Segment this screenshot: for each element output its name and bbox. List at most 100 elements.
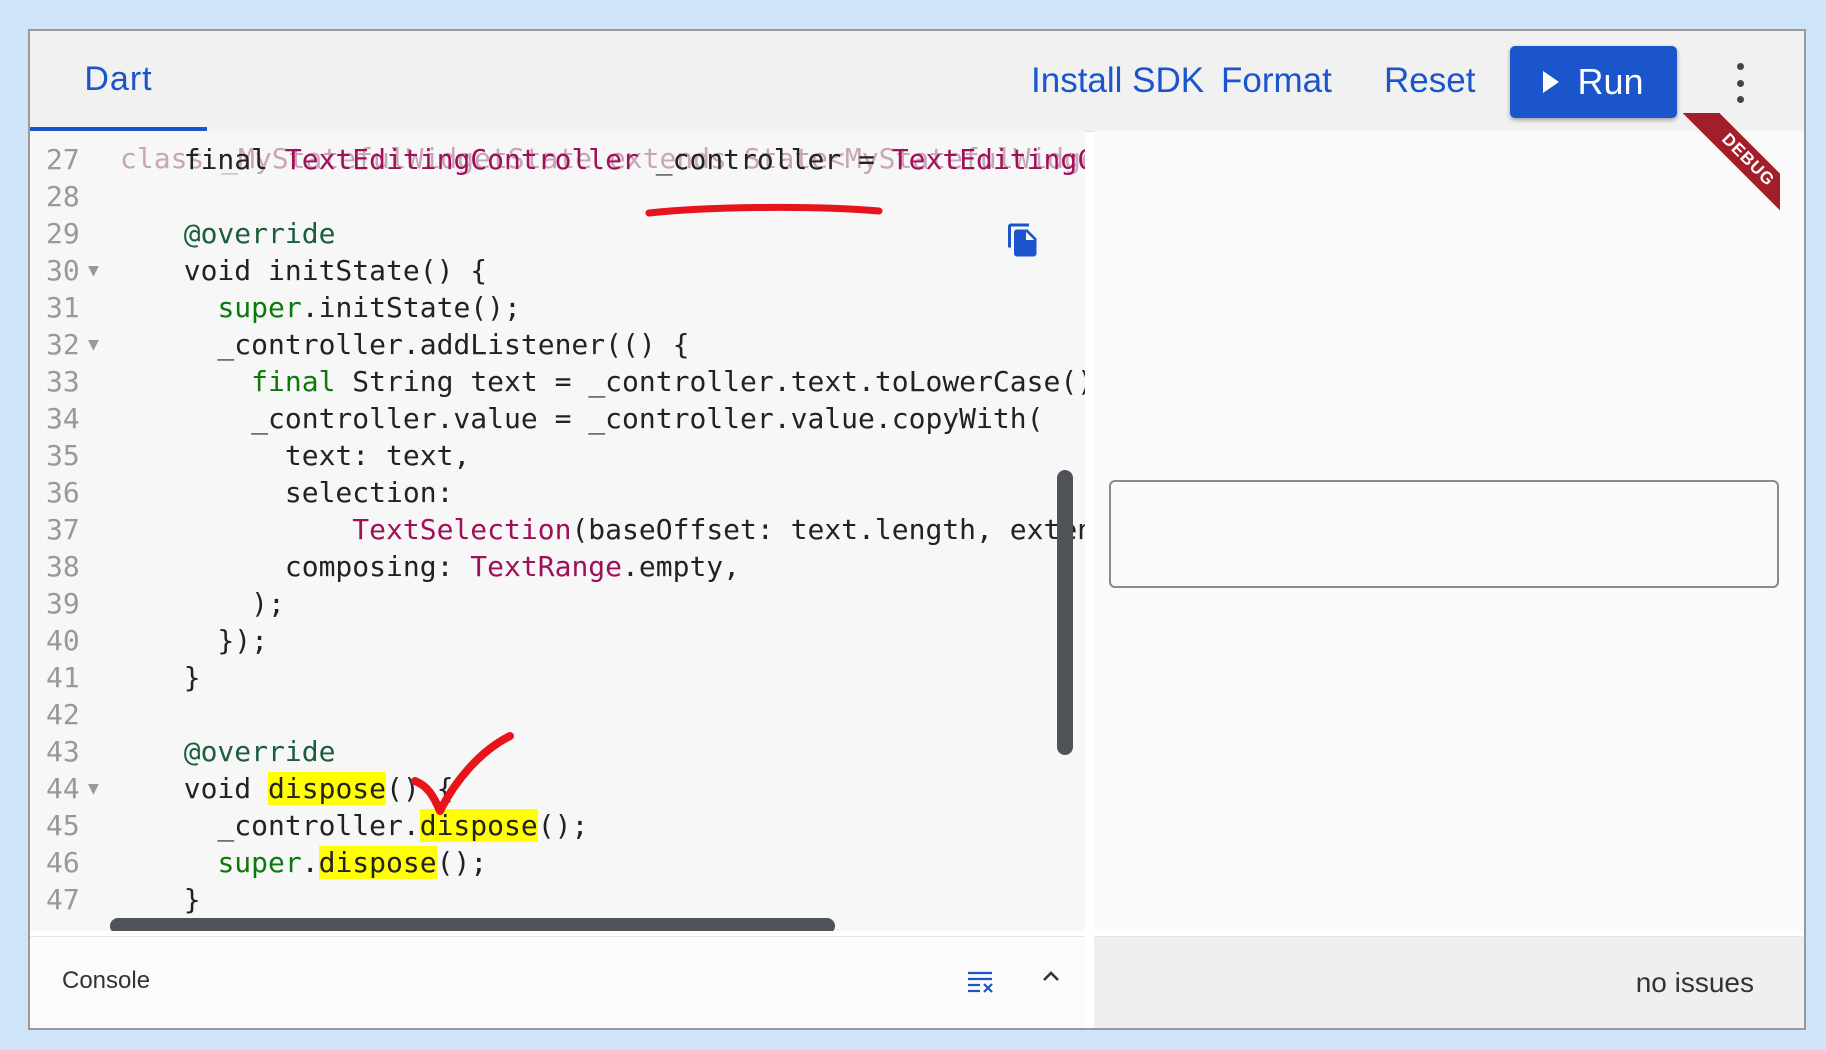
code-token: selection: — [150, 476, 454, 509]
line-number: 33 — [46, 365, 80, 398]
code-line[interactable]: 38 composing: TextRange.empty, — [30, 548, 1085, 585]
line-number: 47 — [46, 883, 80, 916]
fold-toggle-icon[interactable]: ▼ — [88, 252, 99, 289]
line-number: 27 — [46, 143, 80, 176]
code-text: @override — [150, 215, 336, 252]
code-token: super — [217, 291, 302, 324]
code-line-partial: class _MyStatefulWidgetState extends Sta… — [120, 142, 1085, 175]
debug-banner: DEBUG — [1640, 113, 1780, 253]
code-token: } — [150, 661, 201, 694]
code-token: void — [150, 772, 269, 805]
debug-label: DEBUG — [1668, 113, 1780, 240]
code-token: (); — [436, 846, 488, 879]
preview-text-field[interactable] — [1109, 480, 1779, 588]
code-text: TextSelection(baseOffset: text.length, e… — [150, 511, 1085, 548]
reset-button[interactable]: Reset — [1384, 31, 1475, 131]
code-text: _controller.dispose(); — [150, 807, 588, 844]
code-token: }); — [150, 624, 269, 657]
code-line[interactable]: 42 — [30, 696, 1085, 733]
code-token: (); — [537, 809, 589, 842]
code-line[interactable]: 27 final TextEditingController _controll… — [30, 141, 1085, 178]
code-line[interactable]: 36 selection: — [30, 474, 1085, 511]
code-text: _controller.value = _controller.value.co… — [150, 400, 1043, 437]
code-text: final String text = _controller.text.toL… — [150, 363, 1085, 400]
line-number: 43 — [46, 735, 80, 768]
line-number: 29 — [46, 217, 80, 250]
line-number: 37 — [46, 513, 80, 546]
code-line[interactable]: 31 super.initState(); — [30, 289, 1085, 326]
code-text: void dispose() { — [150, 770, 453, 807]
code-line[interactable]: 30 ▼ void initState() { — [30, 252, 1085, 289]
code-token: final — [251, 365, 336, 398]
line-number: 36 — [46, 476, 80, 509]
issues-status: no issues — [1635, 967, 1754, 998]
code-line[interactable]: 32 ▼ _controller.addListener(() { — [30, 326, 1085, 363]
code-token: TextEditingCon — [891, 143, 1085, 176]
run-button[interactable]: Run — [1510, 46, 1677, 118]
code-token: . — [301, 846, 319, 879]
code-line[interactable]: 28 — [30, 178, 1085, 215]
code-text: ); — [150, 585, 285, 622]
code-text: selection: — [150, 474, 454, 511]
code-text: void initState() { — [150, 252, 487, 289]
red-underline-annotation — [645, 203, 883, 217]
code-line[interactable]: 33 final String text = _controller.text.… — [30, 363, 1085, 400]
line-number: 38 — [46, 550, 80, 583]
code-token: void initState() { — [150, 254, 488, 287]
line-number: 28 — [46, 180, 80, 213]
code-line[interactable]: 34 _controller.value = _controller.value… — [30, 400, 1085, 437]
code-token: ); — [150, 587, 285, 620]
code-token: @override — [183, 217, 336, 250]
code-editor[interactable]: class _MyStatefulWidgetState extends Sta… — [30, 131, 1085, 931]
toolbar: Dart Install SDK Format Reset Run — [30, 31, 1804, 132]
code-line[interactable]: 37 TextSelection(baseOffset: text.length… — [30, 511, 1085, 548]
tab-dart[interactable]: Dart — [30, 31, 207, 131]
code-line[interactable]: 47 } — [30, 881, 1085, 918]
code-line[interactable]: 39 ); — [30, 585, 1085, 622]
code-token: text: text, — [150, 439, 471, 472]
search-highlight: dispose — [318, 846, 437, 879]
code-text: composing: TextRange.empty, — [150, 548, 740, 585]
code-token: _controller. — [150, 809, 420, 842]
fold-toggle-icon[interactable]: ▼ — [88, 770, 99, 807]
clear-console-icon[interactable] — [966, 969, 994, 995]
code-token: TextEditingController — [284, 143, 639, 176]
red-checkmark-annotation — [411, 732, 514, 815]
code-text: _controller.addListener(() { — [150, 326, 689, 363]
more-options-icon[interactable] — [1730, 63, 1750, 103]
code-text: }); — [150, 622, 268, 659]
code-line[interactable]: 40 }); — [30, 622, 1085, 659]
install-sdk-button[interactable]: Install SDK — [1031, 31, 1204, 131]
code-line[interactable]: 43 @override — [30, 733, 1085, 770]
code-line[interactable]: 41 } — [30, 659, 1085, 696]
horizontal-scrollbar[interactable] — [110, 918, 835, 931]
code-line[interactable]: 29 @override — [30, 215, 1085, 252]
code-line[interactable]: 46 super.dispose(); — [30, 844, 1085, 881]
console-title: Console — [62, 967, 151, 994]
code-line[interactable]: 35 text: text, — [30, 437, 1085, 474]
code-line[interactable]: 45 _controller.dispose(); — [30, 807, 1085, 844]
code-token: .empty, — [622, 550, 741, 583]
chevron-up-icon[interactable] — [1040, 965, 1062, 987]
code-token: composing: — [150, 550, 471, 583]
code-text: final TextEditingController _controller … — [150, 141, 1085, 178]
code-token: _controller.addListener(() { — [150, 328, 690, 361]
code-token: TextSelection — [352, 513, 572, 546]
code-text: } — [150, 881, 201, 918]
fold-toggle-icon[interactable]: ▼ — [88, 326, 99, 363]
code-token: _controller = — [638, 143, 892, 176]
code-token: (baseOffset: text.length, exten — [571, 513, 1085, 546]
code-text: super.initState(); — [150, 289, 521, 326]
format-button[interactable]: Format — [1221, 31, 1332, 131]
console-panel: Console — [30, 936, 1085, 1028]
copy-icon[interactable] — [1005, 221, 1041, 259]
code-line[interactable]: 44 ▼ void dispose() { — [30, 770, 1085, 807]
code-token: .initState(); — [301, 291, 521, 324]
vertical-scrollbar[interactable] — [1057, 470, 1073, 755]
line-number: 39 — [46, 587, 80, 620]
